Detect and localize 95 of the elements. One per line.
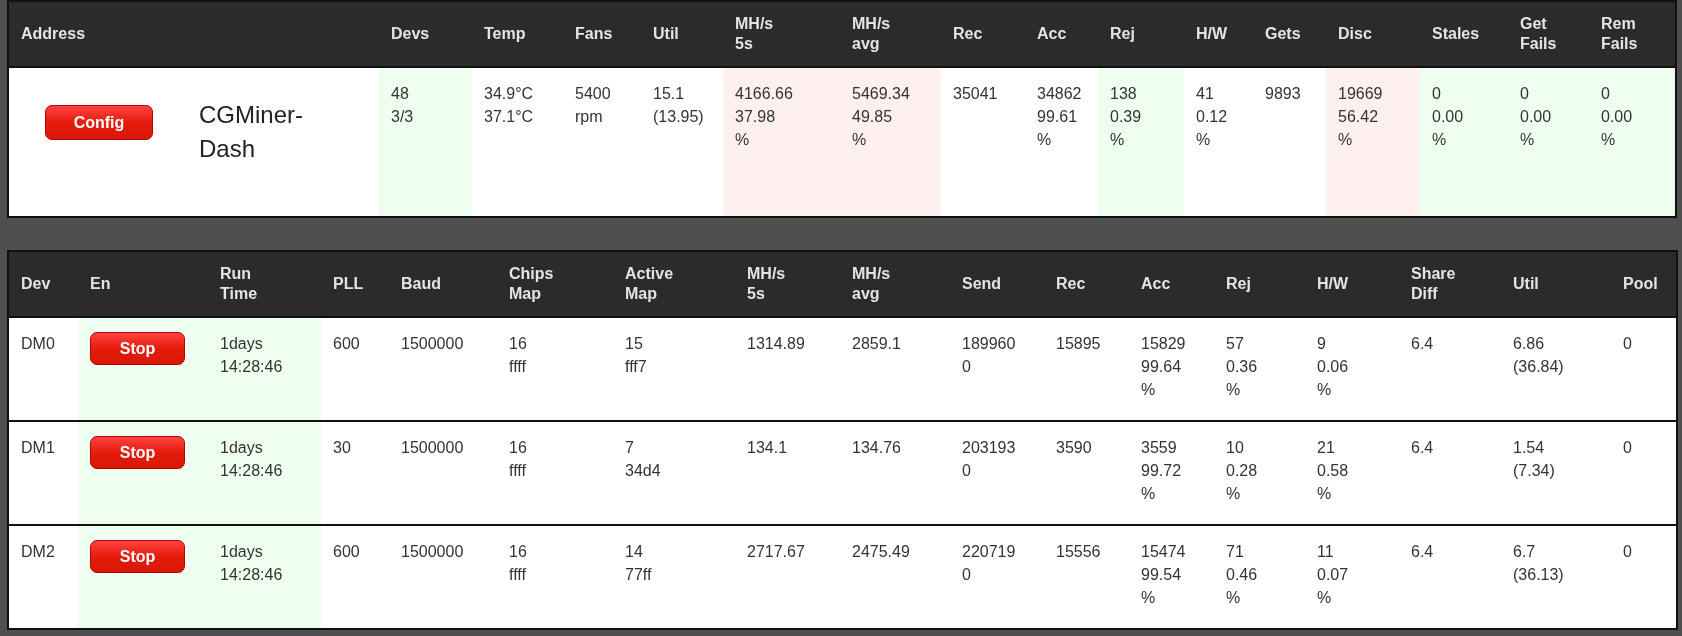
- table-cell: 0 0.00 %: [1589, 67, 1676, 217]
- table-cell: 1314.89: [735, 317, 840, 421]
- table-cell: 9 0.06 %: [1305, 317, 1399, 421]
- table-cell: 0 0.00 %: [1508, 67, 1589, 217]
- table-cell: 3559 99.72 %: [1129, 421, 1214, 525]
- column-header: En: [78, 251, 208, 317]
- column-header: Acc: [1025, 1, 1098, 67]
- column-header: Stales: [1420, 1, 1508, 67]
- table-cell: 41 0.12 %: [1184, 67, 1253, 217]
- column-header: Rec: [941, 1, 1025, 67]
- column-header: MH/s avg: [840, 251, 950, 317]
- table-cell: 600: [321, 525, 389, 629]
- column-header: Rej: [1214, 251, 1305, 317]
- table-cell: 6.4: [1399, 421, 1501, 525]
- table-cell: 220719 0: [950, 525, 1044, 629]
- table-cell: 14 77ff: [613, 525, 735, 629]
- column-header: Util: [1501, 251, 1611, 317]
- table-cell: 10 0.28 %: [1214, 421, 1305, 525]
- table-cell: 15474 99.54 %: [1129, 525, 1214, 629]
- table-cell: 134.1: [735, 421, 840, 525]
- column-header: Util: [641, 1, 723, 67]
- table-cell: 0: [1611, 525, 1677, 629]
- table-cell: 600: [321, 317, 389, 421]
- table-cell: 1500000: [389, 317, 497, 421]
- table-cell: 35041: [941, 67, 1025, 217]
- column-header: Acc: [1129, 251, 1214, 317]
- column-header: Send: [950, 251, 1044, 317]
- table-cell: 57 0.36 %: [1214, 317, 1305, 421]
- column-header: Fans: [563, 1, 641, 67]
- table-cell: 19669 56.42 %: [1326, 67, 1420, 217]
- table-cell: 1500000: [389, 421, 497, 525]
- table-cell: 15895: [1044, 317, 1129, 421]
- column-header: PLL: [321, 251, 389, 317]
- table-cell: 1days 14:28:46: [208, 317, 321, 421]
- column-header: Rec: [1044, 251, 1129, 317]
- table-cell: 203193 0: [950, 421, 1044, 525]
- table-cell: 3590: [1044, 421, 1129, 525]
- stop-button[interactable]: Stop: [90, 332, 185, 365]
- table-cell: 0: [1611, 317, 1677, 421]
- column-header: Get Fails: [1508, 1, 1589, 67]
- column-header: MH/s 5s: [735, 251, 840, 317]
- table-cell: 34.9°C 37.1°C: [472, 67, 563, 217]
- column-header: Rej: [1098, 1, 1184, 67]
- column-header: Baud: [389, 251, 497, 317]
- column-header: H/W: [1184, 1, 1253, 67]
- column-header: Rem Fails: [1589, 1, 1676, 67]
- table-cell: 5469.34 49.85 %: [840, 67, 941, 217]
- table-cell: 16 ffff: [497, 421, 613, 525]
- table-cell: 6.7 (36.13): [1501, 525, 1611, 629]
- column-header: Pool: [1611, 251, 1677, 317]
- stop-button[interactable]: Stop: [90, 436, 185, 469]
- table-cell: 15556: [1044, 525, 1129, 629]
- table-cell: 6.4: [1399, 525, 1501, 629]
- table-cell: 30: [321, 421, 389, 525]
- column-header: Dev: [8, 251, 78, 317]
- column-header: Disc: [1326, 1, 1420, 67]
- column-header: Active Map: [613, 251, 735, 317]
- column-header: MH/s avg: [840, 1, 941, 67]
- stop-button[interactable]: Stop: [90, 540, 185, 573]
- table-cell: 134.76: [840, 421, 950, 525]
- column-header: Temp: [472, 1, 563, 67]
- table-cell: 16 ffff: [497, 317, 613, 421]
- table-cell: 2717.67: [735, 525, 840, 629]
- table-cell: 2475.49: [840, 525, 950, 629]
- config-button[interactable]: Config: [45, 105, 153, 140]
- table-cell: 6.86 (36.84): [1501, 317, 1611, 421]
- table-cell: 7 34d4: [613, 421, 735, 525]
- table-cell: 6.4: [1399, 317, 1501, 421]
- table-cell: 5400 rpm: [563, 67, 641, 217]
- column-header: Devs: [379, 1, 472, 67]
- table-cell: 0 0.00 %: [1420, 67, 1508, 217]
- table-cell: 189960 0: [950, 317, 1044, 421]
- table-cell: 48 3/3: [379, 67, 472, 217]
- table-cell: 16 ffff: [497, 525, 613, 629]
- table-cell: 1.54 (7.34): [1501, 421, 1611, 525]
- column-header: Address: [8, 1, 379, 67]
- column-header: H/W: [1305, 251, 1399, 317]
- miner-name: CGMiner-Dash: [199, 100, 304, 164]
- table-cell: 2859.1: [840, 317, 950, 421]
- table-cell: 15829 99.64 %: [1129, 317, 1214, 421]
- table-cell: 1days 14:28:46: [208, 525, 321, 629]
- table-cell: 4166.66 37.98 %: [723, 67, 840, 217]
- table-cell: 1500000: [389, 525, 497, 629]
- column-header: Share Diff: [1399, 251, 1501, 317]
- table-cell: 21 0.58 %: [1305, 421, 1399, 525]
- table-cell: 138 0.39 %: [1098, 67, 1184, 217]
- table-cell: 15 fff7: [613, 317, 735, 421]
- column-header: Chips Map: [497, 251, 613, 317]
- table-cell: 71 0.46 %: [1214, 525, 1305, 629]
- column-header: MH/s 5s: [723, 1, 840, 67]
- column-header: Run Time: [208, 251, 321, 317]
- column-header: Gets: [1253, 1, 1326, 67]
- table-cell: 1days 14:28:46: [208, 421, 321, 525]
- table-cell: 11 0.07 %: [1305, 525, 1399, 629]
- table-cell: 0: [1611, 421, 1677, 525]
